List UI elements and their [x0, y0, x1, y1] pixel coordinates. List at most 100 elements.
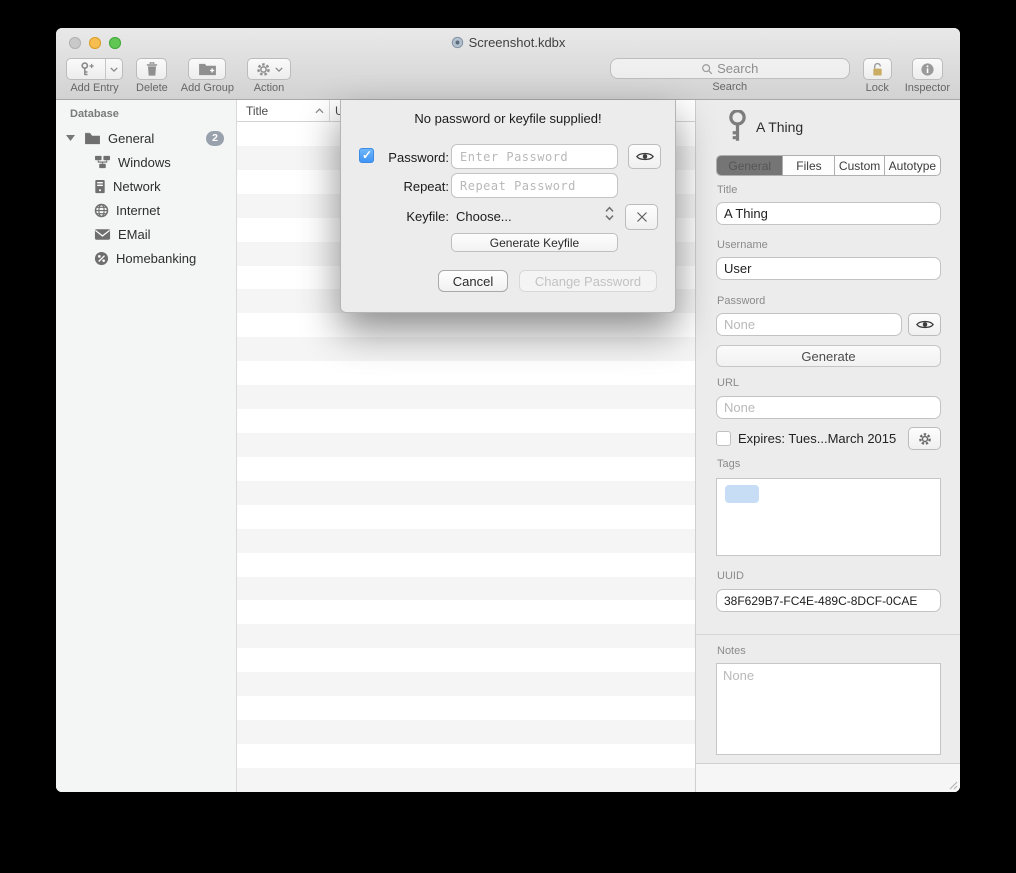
window-title: Screenshot.kdbx — [469, 35, 566, 50]
generate-keyfile-button[interactable]: Generate Keyfile — [451, 233, 618, 252]
table-row — [237, 648, 695, 672]
dialog-password-checkbox[interactable] — [359, 148, 374, 163]
table-row — [237, 481, 695, 505]
document-proxy-icon — [451, 36, 464, 49]
empty-tag-pill[interactable] — [725, 485, 759, 503]
action-button[interactable] — [247, 58, 291, 80]
tab-custom[interactable]: Custom — [835, 156, 884, 175]
eye-icon — [636, 151, 654, 162]
table-row — [237, 744, 695, 768]
key-entry-icon — [728, 110, 747, 142]
tags-field[interactable] — [716, 478, 941, 556]
keyfile-popup-button[interactable]: Choose... — [456, 209, 512, 224]
tab-label: Autotype — [889, 159, 936, 173]
sidebar-group-network[interactable]: Network — [56, 175, 236, 197]
clear-keyfile-button[interactable] — [625, 204, 658, 230]
sidebar-group-internet[interactable]: Internet — [56, 199, 236, 221]
divider — [696, 634, 960, 635]
search-placeholder: Search — [717, 61, 758, 76]
column-header-title[interactable]: Title — [237, 100, 330, 121]
table-row — [237, 409, 695, 433]
inspector-label: Inspector — [905, 82, 950, 94]
disclosure-triangle-icon[interactable] — [66, 135, 75, 141]
desktop-background: Screenshot.kdbx Add Entry — [0, 0, 1016, 873]
cancel-button[interactable]: Cancel — [438, 270, 508, 292]
table-row — [237, 385, 695, 409]
uuid-field[interactable] — [716, 589, 941, 612]
window-header: Screenshot.kdbx Add Entry — [56, 28, 960, 100]
tab-label: Custom — [839, 159, 880, 173]
info-icon — [920, 62, 935, 77]
dialog-repeat-label: Repeat: — [379, 179, 449, 194]
sidebar-group-email[interactable]: EMail — [56, 223, 236, 245]
delete-label: Delete — [136, 82, 168, 94]
table-row — [237, 768, 695, 792]
dialog-reveal-password-button[interactable] — [628, 144, 661, 169]
entry-title: A Thing — [756, 119, 803, 135]
add-entry-label: Add Entry — [70, 82, 118, 94]
table-row — [237, 696, 695, 720]
title-field[interactable] — [716, 202, 941, 225]
delete-button[interactable] — [136, 58, 167, 80]
table-row — [237, 457, 695, 481]
table-row — [237, 577, 695, 601]
email-group-icon — [94, 228, 111, 241]
expires-settings-button[interactable] — [908, 427, 941, 450]
reveal-password-button[interactable] — [908, 313, 941, 336]
sidebar-group-general[interactable]: General 2 — [56, 127, 236, 149]
add-entry-dropdown-icon[interactable] — [105, 59, 122, 79]
cancel-label: Cancel — [453, 274, 493, 289]
tab-autotype[interactable]: Autotype — [885, 156, 940, 175]
tags-field-label: Tags — [717, 458, 740, 470]
tab-general[interactable]: General — [717, 156, 783, 175]
expires-checkbox[interactable] — [716, 431, 731, 446]
dialog-password-input[interactable] — [451, 144, 618, 169]
tab-files[interactable]: Files — [783, 156, 835, 175]
tab-label: Files — [796, 159, 821, 173]
url-field[interactable] — [716, 396, 941, 419]
resize-grip[interactable] — [949, 781, 958, 790]
sidebar-group-homebanking[interactable]: Homebanking — [56, 247, 236, 269]
change-password-label: Change Password — [535, 274, 641, 289]
group-label: EMail — [118, 227, 151, 242]
titlebar: Screenshot.kdbx — [56, 28, 960, 56]
internet-group-icon — [94, 203, 109, 218]
table-row — [237, 313, 695, 337]
password-field[interactable] — [716, 313, 902, 336]
add-group-label: Add Group — [181, 82, 234, 94]
search-input[interactable]: Search — [610, 58, 850, 79]
title-field-label: Title — [717, 184, 737, 196]
username-field[interactable] — [716, 257, 941, 280]
chevron-down-icon — [275, 67, 283, 72]
padlock-unlocked-icon — [871, 62, 884, 77]
notes-field[interactable] — [716, 663, 941, 755]
username-field-label: Username — [717, 239, 768, 251]
group-label: Network — [113, 179, 161, 194]
add-group-button[interactable] — [188, 58, 226, 80]
inspector-tabs: General Files Custom Autotype — [716, 155, 941, 176]
gear-icon — [256, 62, 271, 77]
dialog-keyfile-label: Keyfile: — [379, 209, 449, 224]
password-field-label: Password — [717, 295, 765, 307]
table-row — [237, 624, 695, 648]
key-plus-icon — [67, 61, 105, 77]
dialog-repeat-input[interactable] — [451, 173, 618, 198]
generate-password-button[interactable]: Generate — [716, 345, 941, 367]
inspector-button[interactable] — [912, 58, 943, 80]
change-password-button[interactable]: Change Password — [519, 270, 657, 292]
column-title-label: Title — [246, 104, 268, 118]
add-entry-button[interactable] — [66, 58, 123, 80]
sidebar-section-header: Database — [70, 108, 119, 120]
lock-button[interactable] — [863, 58, 892, 80]
table-row — [237, 433, 695, 457]
sidebar-group-windows[interactable]: Windows — [56, 151, 236, 173]
stepper-arrows-icon[interactable] — [605, 206, 614, 221]
entry-count-badge: 2 — [206, 131, 224, 146]
table-row — [237, 672, 695, 696]
search-label: Search — [712, 81, 747, 93]
table-row — [237, 720, 695, 744]
table-row — [237, 553, 695, 577]
toolbar: Add Entry Delete — [56, 56, 960, 100]
url-field-label: URL — [717, 377, 739, 389]
table-row — [237, 529, 695, 553]
